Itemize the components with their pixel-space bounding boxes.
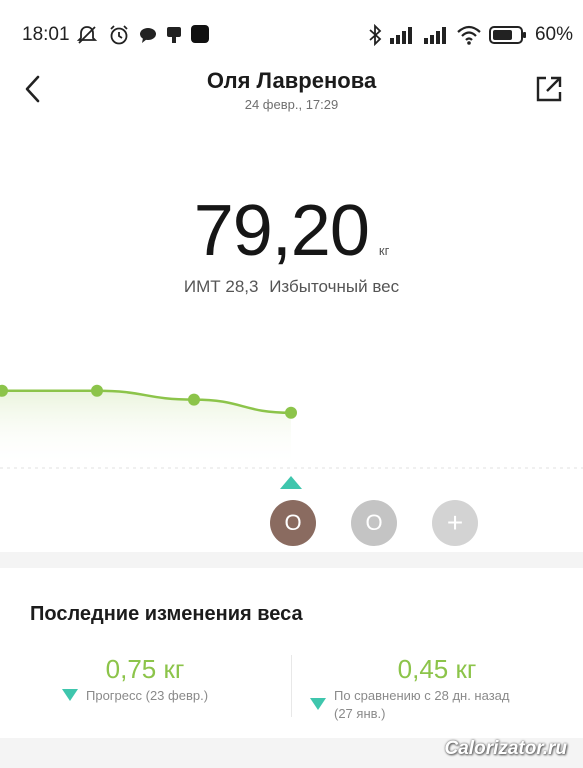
user-avatar-button-1[interactable]: О [270,500,316,546]
status-time: 18:01 [22,24,70,45]
battery-icon [489,26,526,44]
progress-value: 0,75 кг [105,654,185,684]
comparison-value: 0,45 кг [397,654,477,684]
page-title: Оля Лавренова [206,68,377,93]
column-divider [291,655,292,717]
chart-point-2[interactable] [91,384,103,397]
bmi-value: ИМТ 28,3 [183,277,259,296]
chart-point-4[interactable] [285,406,297,419]
bmi-row: ИМТ 28,3 Избыточный вес [0,277,583,297]
measurement-date: 24 февр., 17:29 [244,97,339,112]
section-divider [0,552,583,568]
progress-label: Прогресс (23 февр.) [86,688,209,703]
comparison-date: (27 янв.) [334,706,386,721]
alarm-icon [110,25,128,45]
battery-percent: 60% [534,24,573,45]
weight-chart [0,384,583,469]
notification-icon [167,27,181,43]
user-avatar-button-2[interactable]: О [351,500,397,546]
share-icon[interactable] [534,74,564,104]
status-bar: 18:01 60% [0,0,583,70]
weight-display: 79,20 кг [0,190,583,272]
chart-area [0,390,291,468]
wifi-icon [457,25,481,45]
bmi-status: Избыточный вес [269,277,400,296]
bluetooth-icon [369,24,382,46]
down-arrow-icon [310,697,326,715]
weight-value: 79,20 [193,191,370,271]
add-user-button[interactable]: + [432,500,478,546]
chat-icon [140,28,156,43]
muted-bell-icon [76,26,98,44]
down-arrow-icon [62,688,78,706]
chart-point-3[interactable] [188,393,200,406]
watermark: Calorizator.ru [444,738,567,759]
app-icon [191,25,209,43]
weight-unit: кг [378,243,390,258]
signal-icon [424,27,446,44]
comparison-label: По сравнению с 28 дн. назад [334,688,510,703]
signal-icon [390,27,412,44]
section-title: Последние изменения веса [30,603,303,625]
selected-user-indicator [280,476,302,489]
